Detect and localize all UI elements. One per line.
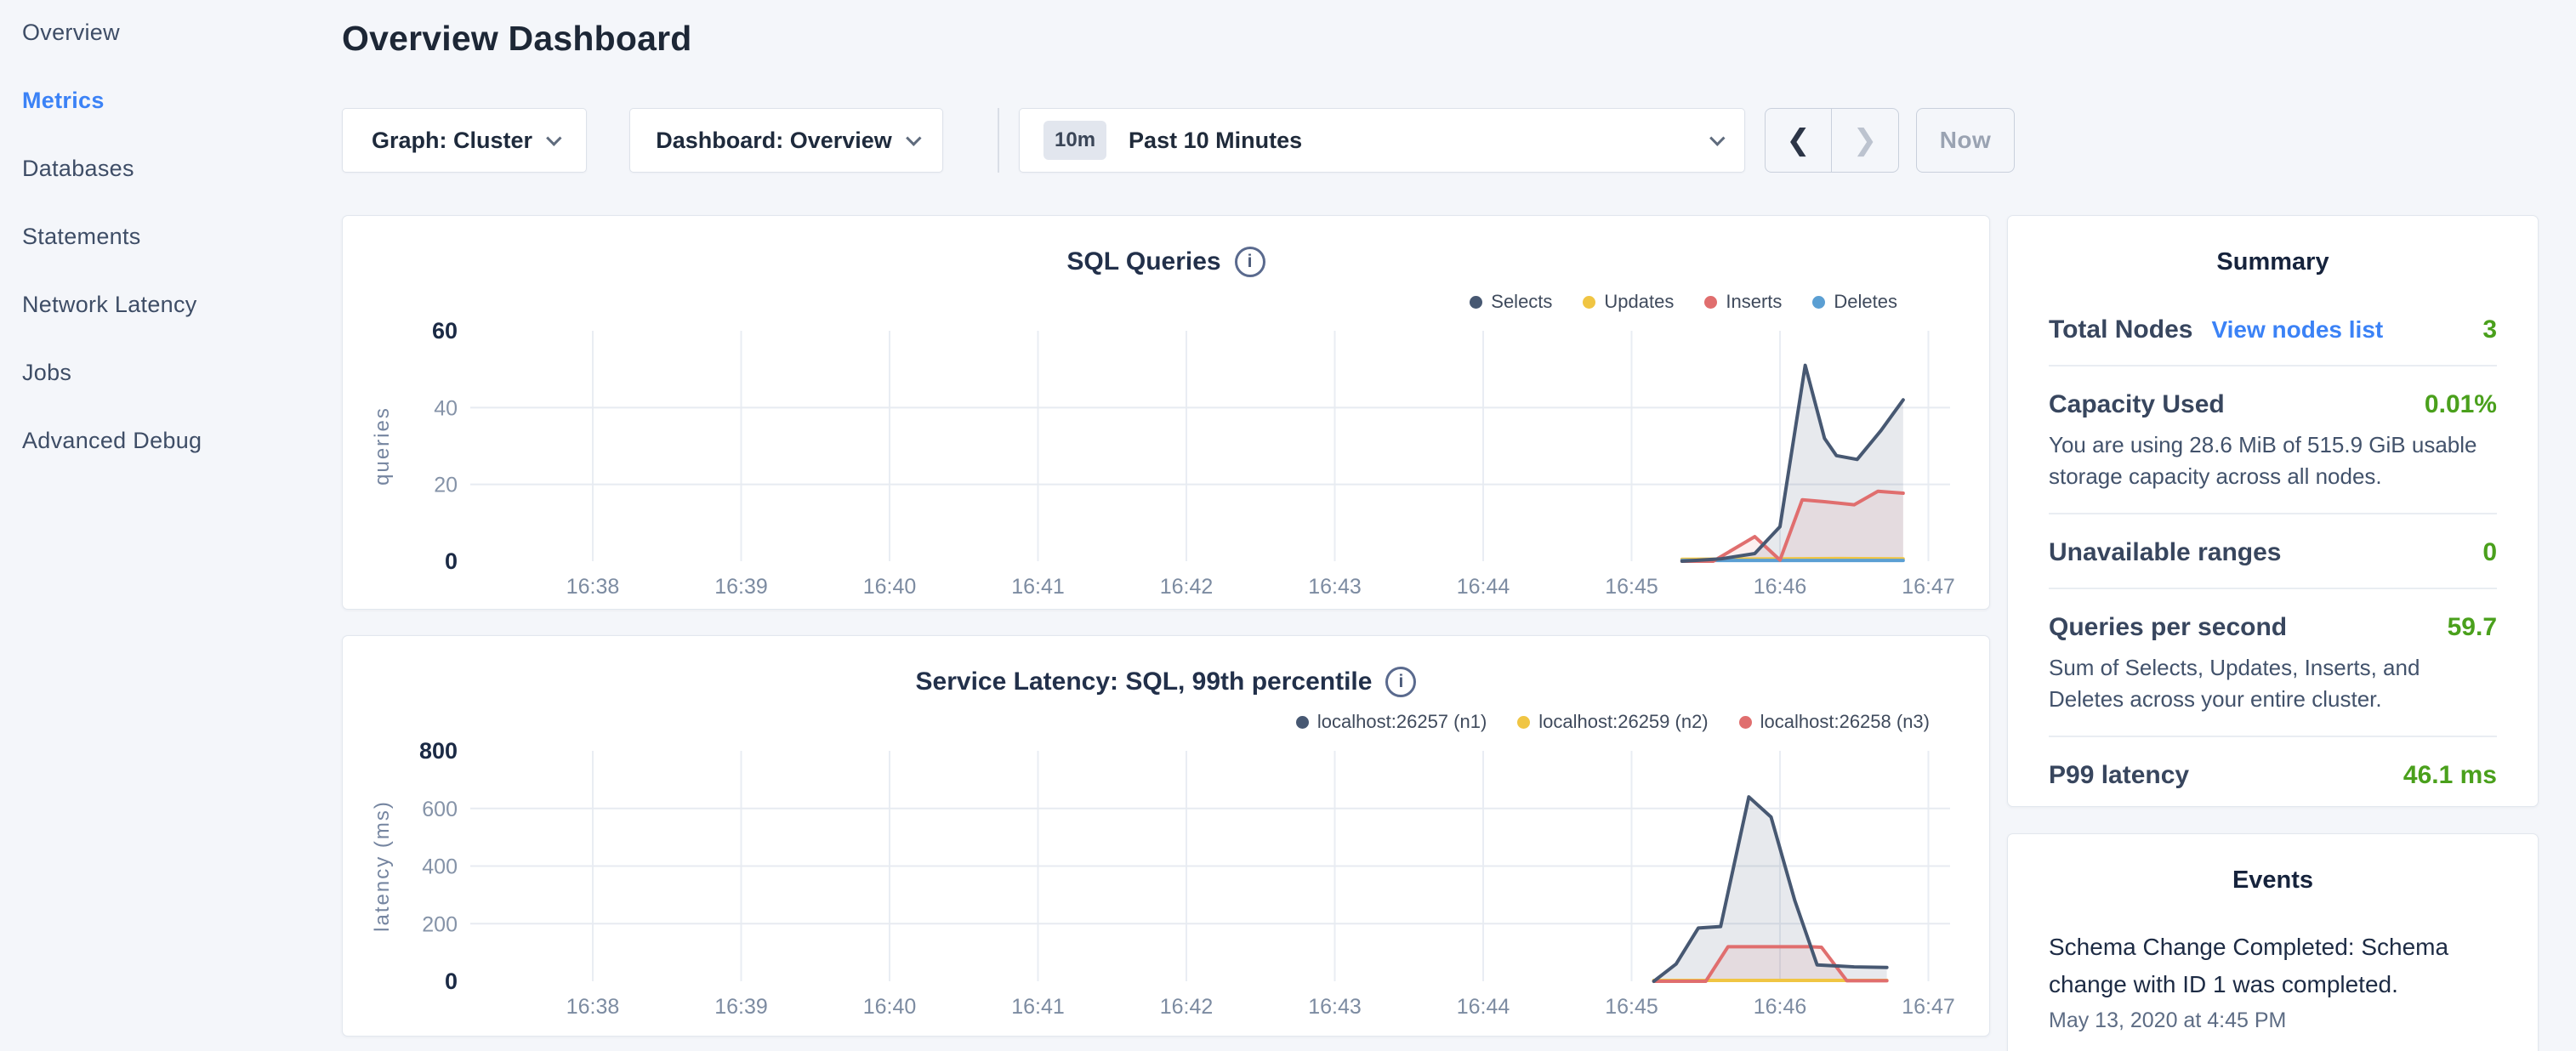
sql-queries-chart-card: SQL Queries i SelectsUpdatesInsertsDelet… [342, 215, 1990, 610]
summary-row-description: Sum of Selects, Updates, Inserts, and De… [2049, 652, 2497, 715]
svg-text:16:44: 16:44 [1457, 995, 1510, 1019]
svg-text:16:43: 16:43 [1308, 995, 1362, 1019]
event-item[interactable]: Schema Change Completed: Schema change w… [2049, 929, 2497, 1033]
summary-row: Total Nodes View nodes list 3 [2049, 315, 2497, 344]
svg-text:16:45: 16:45 [1605, 995, 1658, 1019]
svg-text:0: 0 [445, 969, 458, 994]
right-column: Summary Total Nodes View nodes list 3 Capac… [2007, 215, 2539, 1051]
chart-plot: 16:38 16:39 16:40 16:41 16:42 16:43 16:44 16:45… [343, 216, 1991, 611]
svg-text:16:38: 16:38 [566, 995, 620, 1019]
summary-title: Summary [2049, 216, 2497, 276]
events-panel: Events Schema Change Completed: Schema c… [2007, 833, 2539, 1051]
summary-row-value: 0 [2482, 538, 2497, 567]
svg-text:16:47: 16:47 [1902, 575, 1955, 599]
svg-text:16:42: 16:42 [1160, 995, 1214, 1019]
now-button[interactable]: Now [1916, 108, 2015, 173]
summary-row: Capacity Used 0.01% [2049, 390, 2497, 419]
chevron-down-icon [906, 130, 921, 145]
chevron-down-icon [546, 130, 561, 145]
svg-text:0: 0 [445, 548, 458, 574]
events-title: Events [2049, 834, 2497, 895]
svg-text:16:41: 16:41 [1011, 995, 1065, 1019]
svg-text:16:46: 16:46 [1754, 995, 1807, 1019]
summary-row-label: Capacity Used [2049, 390, 2225, 419]
dashboard-dropdown-label: Dashboard: Overview [656, 128, 892, 154]
svg-text:16:39: 16:39 [714, 575, 768, 599]
view-nodes-list-link[interactable]: View nodes list [2211, 316, 2383, 344]
time-range-label: Past 10 Minutes [1129, 128, 1302, 154]
summary-row-label: Total Nodes [2049, 315, 2192, 344]
dashboard-dropdown[interactable]: Dashboard: Overview [629, 108, 943, 173]
time-next-button[interactable]: ❯ [1832, 109, 1898, 172]
svg-text:16:46: 16:46 [1754, 575, 1807, 599]
svg-text:400: 400 [422, 855, 458, 879]
svg-text:16:39: 16:39 [714, 995, 768, 1019]
chevron-down-icon [1709, 130, 1725, 145]
summary-row-label: Unavailable ranges [2049, 538, 2281, 567]
summary-row: Queries per second 59.7 [2049, 613, 2497, 642]
svg-text:20: 20 [434, 474, 458, 497]
summary-divider [2049, 588, 2497, 589]
summary-panel: Summary Total Nodes View nodes list 3 Capac… [2007, 215, 2539, 807]
summary-row-value: 46.1 ms [2403, 761, 2497, 790]
time-range-selector[interactable]: 10m Past 10 Minutes [1019, 108, 1745, 173]
svg-text:16:45: 16:45 [1605, 575, 1658, 599]
svg-text:16:41: 16:41 [1011, 575, 1065, 599]
graph-dropdown[interactable]: Graph: Cluster [342, 108, 587, 173]
svg-text:16:43: 16:43 [1308, 575, 1362, 599]
summary-row-value: 3 [2482, 315, 2497, 344]
sidebar-item-databases[interactable]: Databases [22, 154, 311, 183]
sidebar-item-jobs[interactable]: Jobs [22, 358, 311, 387]
summary-row-label: Queries per second [2049, 613, 2287, 642]
svg-text:16:42: 16:42 [1160, 575, 1214, 599]
toolbar: Graph: Cluster Dashboard: Overview 10m P… [342, 108, 2015, 173]
summary-row-label: P99 latency [2049, 761, 2189, 790]
svg-text:16:47: 16:47 [1902, 995, 1955, 1019]
time-prev-button[interactable]: ❮ [1766, 109, 1832, 172]
service-latency-chart-card: Service Latency: SQL, 99th percentile i … [342, 635, 1990, 1037]
toolbar-divider [998, 108, 999, 173]
chart-plot: 16:38 16:39 16:40 16:41 16:42 16:43 16:44 16:45… [343, 636, 1991, 1037]
event-timestamp: May 13, 2020 at 4:45 PM [2049, 1008, 2497, 1033]
summary-divider [2049, 513, 2497, 514]
sidebar-item-statements[interactable]: Statements [22, 222, 311, 251]
summary-row-value: 59.7 [2448, 613, 2497, 642]
sidebar-item-network-latency[interactable]: Network Latency [22, 290, 311, 319]
event-text: Schema Change Completed: Schema change w… [2049, 929, 2478, 1003]
summary-divider [2049, 365, 2497, 366]
svg-text:16:40: 16:40 [863, 995, 917, 1019]
svg-text:40: 40 [434, 396, 458, 420]
svg-text:16:38: 16:38 [566, 575, 620, 599]
time-range-badge: 10m [1043, 121, 1106, 160]
summary-row: P99 latency 46.1 ms [2049, 761, 2497, 790]
svg-text:latency (ms): latency (ms) [371, 800, 394, 932]
svg-text:16:40: 16:40 [863, 575, 917, 599]
svg-text:16:44: 16:44 [1457, 575, 1510, 599]
summary-row-value: 0.01% [2425, 390, 2497, 419]
sidebar-item-metrics[interactable]: Metrics [22, 86, 311, 115]
charts-column: SQL Queries i SelectsUpdatesInsertsDelet… [342, 215, 1990, 1037]
summary-row-description: You are using 28.6 MiB of 515.9 GiB usab… [2049, 429, 2497, 492]
graph-dropdown-label: Graph: Cluster [372, 128, 532, 154]
svg-text:600: 600 [422, 798, 458, 821]
svg-text:queries: queries [371, 406, 394, 486]
sidebar-item-overview[interactable]: Overview [22, 18, 311, 47]
summary-divider [2049, 736, 2497, 737]
svg-text:60: 60 [432, 318, 458, 344]
sidebar: Overview Metrics Databases Statements Networ… [22, 18, 311, 494]
summary-row: Unavailable ranges 0 [2049, 538, 2497, 567]
sidebar-item-advanced-debug[interactable]: Advanced Debug [22, 426, 311, 455]
time-step-buttons: ❮ ❯ [1765, 108, 1899, 173]
svg-text:200: 200 [422, 912, 458, 936]
page-title: Overview Dashboard [342, 19, 691, 59]
svg-text:800: 800 [419, 738, 458, 764]
